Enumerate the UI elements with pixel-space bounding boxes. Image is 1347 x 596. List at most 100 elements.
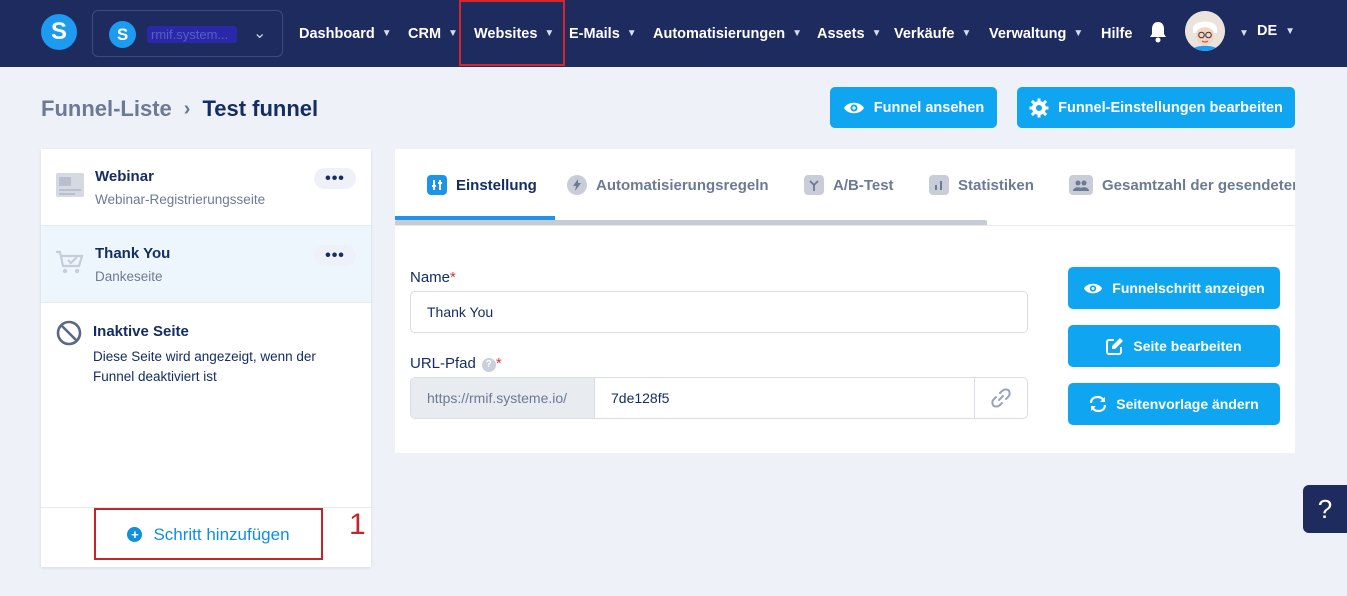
breadcrumb-funnel-list[interactable]: Funnel-Liste (41, 96, 172, 122)
tab-statistics[interactable]: Statistiken (929, 149, 1034, 221)
funnel-steps-panel: Webinar Webinar-Registrierungsseite ••• … (41, 149, 371, 567)
notification-bell-icon[interactable] (1148, 21, 1168, 43)
name-field-label: Name* (410, 269, 456, 286)
edit-funnel-settings-label: Funnel-Einstellungen bearbeiten (1058, 99, 1283, 116)
nav-crm[interactable]: CRM ▼ (408, 0, 458, 67)
url-path-value: 7de128f5 (611, 390, 670, 406)
nav-emails[interactable]: E-Mails ▼ (569, 0, 637, 67)
eye-icon (843, 102, 864, 113)
url-path-input[interactable]: 7de128f5 (595, 378, 974, 418)
workspace-name: rmif.system... (147, 26, 237, 43)
edit-page-button[interactable]: Seite bearbeiten (1068, 325, 1280, 367)
users-icon (1069, 175, 1093, 195)
language-code: DE (1257, 23, 1278, 39)
inactive-page-description: Diese Seite wird angezeigt, wenn der Fun… (93, 349, 316, 384)
step-subtitle: Dankeseite (95, 269, 163, 284)
active-tab-indicator (395, 216, 555, 220)
annotation-marker: 1 (349, 508, 366, 541)
nav-dashboard-label: Dashboard (299, 25, 375, 42)
chevron-right-icon: › (183, 97, 191, 120)
funnel-step-thank-you[interactable]: Thank You Dankeseite ••• (41, 226, 371, 303)
bar-chart-icon (929, 175, 949, 195)
refresh-icon (1090, 395, 1107, 413)
name-input[interactable]: Thank You (410, 291, 1028, 333)
systeme-logo-icon[interactable]: S (41, 14, 77, 50)
avatar-illustration-icon (1185, 11, 1225, 51)
link-icon (991, 388, 1011, 408)
language-switcher[interactable]: DE ▼ (1257, 0, 1295, 62)
edit-page-label: Seite bearbeiten (1133, 338, 1242, 354)
add-step-highlight-box (94, 508, 323, 560)
url-path-field-label: URL-Pfad? * (410, 355, 502, 372)
nav-assets[interactable]: Assets ▼ (817, 0, 881, 67)
name-label-text: Name (410, 269, 451, 286)
user-avatar[interactable] (1185, 11, 1225, 51)
workspace-logo-icon: S (109, 21, 136, 48)
chevron-down-icon: ▼ (448, 28, 458, 39)
tab-settings[interactable]: Einstellung (427, 149, 537, 221)
breadcrumb: Funnel-Liste › Test funnel (41, 96, 318, 122)
page-title: Test funnel (202, 96, 319, 121)
change-template-label: Seitenvorlage ändern (1116, 396, 1259, 412)
step-subtitle: Webinar-Registrierungsseite (95, 192, 266, 207)
tab-ab-test[interactable]: A/B-Test (804, 149, 894, 221)
nav-crm-label: CRM (408, 25, 442, 42)
show-funnel-step-label: Funnelschritt anzeigen (1112, 280, 1265, 296)
funnel-step-webinar[interactable]: Webinar Webinar-Registrierungsseite ••• (41, 149, 371, 226)
chevron-down-icon: ▼ (1285, 25, 1296, 37)
nav-emails-label: E-Mails (569, 25, 620, 42)
question-mark-icon[interactable]: ? (481, 357, 496, 372)
nav-help[interactable]: Hilfe (1101, 0, 1132, 67)
eye-icon (1084, 283, 1103, 293)
chevron-down-icon: ▼ (871, 28, 882, 39)
lightning-icon (567, 175, 587, 195)
tabs-scrollbar[interactable] (395, 220, 987, 225)
tab-statistics-label: Statistiken (958, 176, 1034, 194)
show-funnel-step-button[interactable]: Funnelschritt anzeigen (1068, 267, 1280, 309)
step-title: Webinar (95, 168, 154, 185)
chevron-down-icon: ▼ (961, 28, 972, 39)
step-title: Thank You (95, 245, 171, 262)
nav-administration[interactable]: Verwaltung ▼ (989, 0, 1083, 67)
websites-highlight-box (459, 0, 565, 66)
step-more-options-icon[interactable]: ••• (314, 245, 356, 266)
step-settings-panel: Einstellung Automatisierungsregeln A/B-T… (395, 149, 1295, 453)
nav-administration-label: Verwaltung (989, 25, 1067, 42)
chevron-down-icon: ▼ (792, 28, 803, 39)
tab-automation-rules-label: Automatisierungsregeln (596, 176, 769, 194)
prohibited-icon (56, 320, 82, 346)
required-mark: * (450, 269, 456, 286)
required-mark: * (495, 355, 502, 372)
nav-help-label: Hilfe (1101, 25, 1133, 42)
sliders-icon (427, 175, 447, 195)
nav-automations[interactable]: Automatisierungen ▼ (653, 0, 802, 67)
tab-total-sent[interactable]: Gesamtzahl der gesendeten (1069, 149, 1295, 221)
settings-tabs: Einstellung Automatisierungsregeln A/B-T… (395, 149, 1295, 226)
change-template-button[interactable]: Seitenvorlage ändern (1068, 383, 1280, 425)
shopping-cart-check-icon (56, 250, 84, 274)
url-path-input-group: https://rmif.systeme.io/ 7de128f5 (410, 377, 1028, 419)
webinar-page-icon (56, 173, 84, 197)
chevron-down-icon: ▼ (626, 28, 637, 39)
inactive-page-title: Inaktive Seite (93, 323, 189, 340)
inactive-page-item[interactable]: Inaktive Seite Diese Seite wird angezeig… (41, 304, 371, 394)
chevron-down-icon: ▼ (1239, 28, 1249, 39)
workspace-switcher[interactable]: S rmif.system... ⌄ (92, 10, 283, 57)
help-widget-button[interactable]: ? (1303, 485, 1347, 533)
tab-settings-label: Einstellung (456, 176, 537, 194)
chevron-down-icon: ▼ (1073, 28, 1084, 39)
gear-icon (1029, 98, 1049, 117)
nav-automations-label: Automatisierungen (653, 25, 786, 42)
nav-assets-label: Assets (817, 25, 865, 42)
nav-dashboard[interactable]: Dashboard ▼ (299, 0, 392, 67)
nav-sales[interactable]: Verkäufe ▼ (894, 0, 971, 67)
url-prefix: https://rmif.systeme.io/ (411, 378, 595, 418)
edit-funnel-settings-button[interactable]: Funnel-Einstellungen bearbeiten (1017, 87, 1295, 128)
step-more-options-icon[interactable]: ••• (314, 168, 356, 189)
tab-automation-rules[interactable]: Automatisierungsregeln (567, 149, 769, 221)
copy-link-button[interactable] (974, 378, 1027, 418)
user-menu-toggle[interactable]: ▼ (1232, 0, 1249, 67)
tab-ab-test-label: A/B-Test (833, 176, 894, 194)
view-funnel-button[interactable]: Funnel ansehen (830, 87, 997, 128)
name-input-value: Thank You (427, 304, 494, 320)
